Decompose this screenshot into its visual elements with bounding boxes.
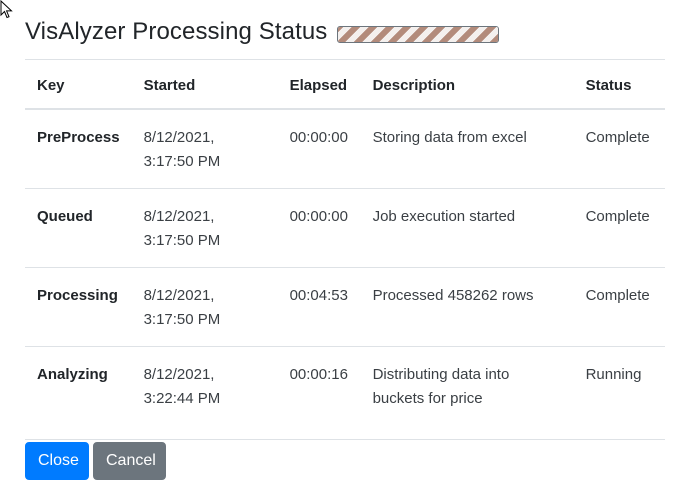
column-header-started: Started [131, 59, 278, 110]
page-title: VisAlyzer Processing Status [25, 18, 328, 45]
started-date: 8/12/2021, [143, 129, 215, 146]
started-date: 8/12/2021, [143, 287, 215, 304]
table-row: Analyzing 8/12/2021, 3:22:44 PM 00:00:16 … [25, 346, 665, 440]
mouse-cursor-icon [0, 0, 13, 19]
row-description: Distributing data into buckets for price [360, 346, 574, 440]
started-date: 8/12/2021, [143, 366, 215, 383]
table-row: PreProcess 8/12/2021, 3:17:50 PM 00:00:00… [25, 109, 665, 189]
close-button[interactable]: Close [25, 442, 89, 480]
row-started: 8/12/2021, 3:17:50 PM [131, 188, 278, 268]
started-time: 3:17:50 PM [143, 232, 221, 249]
row-elapsed: 00:00:16 [277, 346, 361, 440]
header: VisAlyzer Processing Status [25, 14, 500, 50]
column-header-key: Key [25, 59, 132, 110]
cancel-button[interactable]: Cancel [93, 442, 166, 480]
progress-bar [337, 25, 500, 43]
row-key: Processing [25, 267, 132, 347]
row-started: 8/12/2021, 3:22:44 PM [131, 346, 278, 440]
row-key: Analyzing [25, 346, 132, 440]
status-table: Key Started Elapsed Description Status P… [25, 59, 665, 440]
started-time: 3:17:50 PM [143, 311, 221, 328]
column-header-status: Status [573, 59, 665, 110]
row-status: Complete [573, 188, 665, 268]
row-status: Complete [585, 129, 650, 146]
row-started: 8/12/2021, 3:17:50 PM [131, 267, 278, 347]
started-time: 3:17:50 PM [143, 153, 221, 170]
progress-bar-fill [338, 26, 499, 42]
started-date: 8/12/2021, [143, 208, 215, 225]
row-description: Job execution started [360, 188, 574, 268]
table-row: Processing 8/12/2021, 3:17:50 PM 00:04:53… [25, 267, 665, 347]
row-started: 8/12/2021, 3:17:50 PM [132, 109, 278, 189]
dialog-buttons: Close Cancel [25, 442, 166, 480]
table-header-row: Key Started Elapsed Description Status [25, 59, 665, 110]
row-status: Running [573, 346, 665, 440]
row-elapsed: 00:04:53 [277, 267, 361, 347]
row-key: PreProcess [37, 129, 120, 146]
table-row: Queued 8/12/2021, 3:17:50 PM 00:00:00 Job… [25, 188, 665, 268]
column-header-elapsed: Elapsed [277, 59, 361, 110]
started-time: 3:22:44 PM [143, 390, 221, 407]
row-description: Storing data from excel [372, 129, 527, 146]
row-description: Processed 458262 rows [360, 267, 574, 347]
row-elapsed: 00:00:00 [289, 129, 348, 146]
row-status: Complete [573, 267, 665, 347]
row-key: Queued [25, 188, 132, 268]
column-header-description: Description [360, 59, 574, 110]
row-elapsed: 00:00:00 [277, 188, 361, 268]
